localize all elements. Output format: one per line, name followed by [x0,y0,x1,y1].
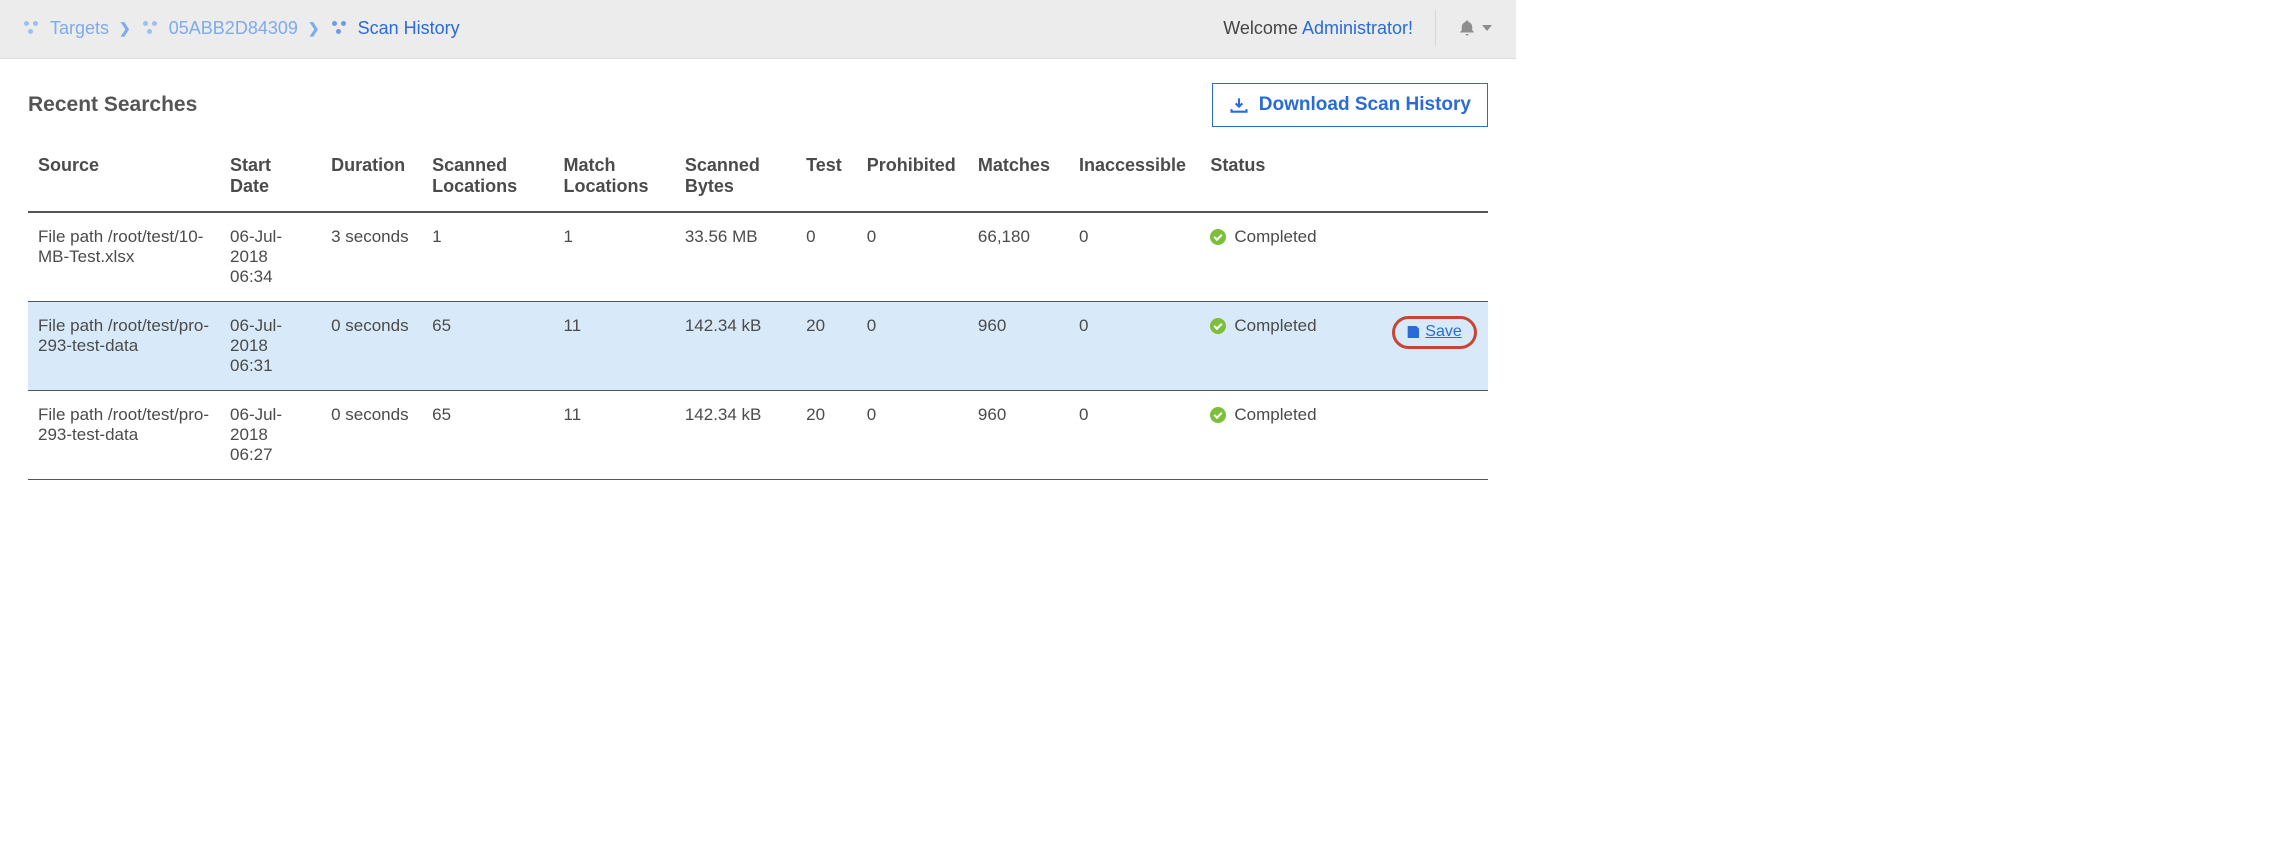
check-circle-icon [1210,318,1226,334]
header-test: Test [796,145,857,212]
chevron-right-icon: ❯ [308,20,320,37]
status-text: Completed [1234,227,1316,247]
header-scanned-bytes: Scanned Bytes [675,145,796,212]
header-prohibited: Prohibited [857,145,968,212]
scan-history-table: Source Start Date Duration Scanned Locat… [28,145,1488,480]
cell-match-locations: 1 [554,212,675,302]
scan-history-icon [330,21,348,35]
header-matches: Matches [968,145,1069,212]
cell-scanned-locations: 65 [422,391,553,480]
cell-source: File path /root/test/pro-293-test-data [28,391,220,480]
floppy-disk-icon [1405,324,1421,340]
cell-start-date: 06-Jul-2018 06:31 [220,302,321,391]
cell-test: 20 [796,302,857,391]
targets-icon [22,21,40,35]
cell-prohibited: 0 [857,302,968,391]
cell-prohibited: 0 [857,212,968,302]
breadcrumb-current[interactable]: Scan History [358,18,460,39]
cell-actions: Save [1382,302,1488,391]
header-actions [1382,145,1488,212]
cell-actions [1382,212,1488,302]
cell-test: 0 [796,212,857,302]
bell-icon [1458,18,1476,38]
header-scanned-locations: Scanned Locations [422,145,553,212]
top-bar: Targets ❯ 05ABB2D84309 ❯ Scan History We… [0,0,1516,59]
header-match-locations: Match Locations [554,145,675,212]
chevron-right-icon: ❯ [119,20,131,37]
download-scan-history-button[interactable]: Download Scan History [1212,83,1488,127]
cell-scanned-bytes: 33.56 MB [675,212,796,302]
header-source: Source [28,145,220,212]
page-header: Recent Searches Download Scan History [28,83,1488,127]
cell-duration: 3 seconds [321,212,422,302]
table-header-row: Source Start Date Duration Scanned Locat… [28,145,1488,212]
cell-scanned-bytes: 142.34 kB [675,391,796,480]
caret-down-icon [1482,25,1492,31]
table-row[interactable]: File path /root/test/pro-293-test-data06… [28,391,1488,480]
welcome-user-link[interactable]: Administrator! [1302,18,1413,38]
download-icon [1229,96,1249,114]
cell-status: Completed [1200,391,1382,480]
cell-scanned-bytes: 142.34 kB [675,302,796,391]
status-text: Completed [1234,316,1316,336]
cell-scanned-locations: 1 [422,212,553,302]
cell-source: File path /root/test/pro-293-test-data [28,302,220,391]
welcome-text: Welcome Administrator! [1223,18,1413,39]
table-row[interactable]: File path /root/test/pro-293-test-data06… [28,302,1488,391]
breadcrumb-target-id-link[interactable]: 05ABB2D84309 [169,18,298,39]
cell-start-date: 06-Jul-2018 06:27 [220,391,321,480]
cell-status: Completed [1200,212,1382,302]
save-link[interactable]: Save [1392,316,1476,349]
welcome-prefix: Welcome [1223,18,1302,38]
cell-inaccessible: 0 [1069,302,1200,391]
cell-status: Completed [1200,302,1382,391]
check-circle-icon [1210,407,1226,423]
cell-test: 20 [796,391,857,480]
download-button-label: Download Scan History [1259,94,1471,116]
cell-match-locations: 11 [554,302,675,391]
header-start-date: Start Date [220,145,321,212]
cell-prohibited: 0 [857,391,968,480]
table-row[interactable]: File path /root/test/10-MB-Test.xlsx06-J… [28,212,1488,302]
cell-inaccessible: 0 [1069,212,1200,302]
cell-source: File path /root/test/10-MB-Test.xlsx [28,212,220,302]
cell-start-date: 06-Jul-2018 06:34 [220,212,321,302]
cell-matches: 960 [968,302,1069,391]
save-label: Save [1425,323,1461,341]
breadcrumb-targets-link[interactable]: Targets [50,18,109,39]
cell-actions [1382,391,1488,480]
cell-matches: 66,180 [968,212,1069,302]
cell-duration: 0 seconds [321,391,422,480]
header-status: Status [1200,145,1382,212]
header-duration: Duration [321,145,422,212]
cell-matches: 960 [968,391,1069,480]
page-title: Recent Searches [28,93,197,117]
cell-inaccessible: 0 [1069,391,1200,480]
header-inaccessible: Inaccessible [1069,145,1200,212]
check-circle-icon [1210,229,1226,245]
breadcrumb: Targets ❯ 05ABB2D84309 ❯ Scan History [22,18,460,39]
target-icon [141,21,159,35]
cell-duration: 0 seconds [321,302,422,391]
cell-match-locations: 11 [554,391,675,480]
status-text: Completed [1234,405,1316,425]
top-bar-right: Welcome Administrator! [1223,10,1492,46]
notifications-menu[interactable] [1458,18,1492,38]
vertical-divider [1435,10,1436,46]
cell-scanned-locations: 65 [422,302,553,391]
page-content: Recent Searches Download Scan History So… [0,59,1516,490]
